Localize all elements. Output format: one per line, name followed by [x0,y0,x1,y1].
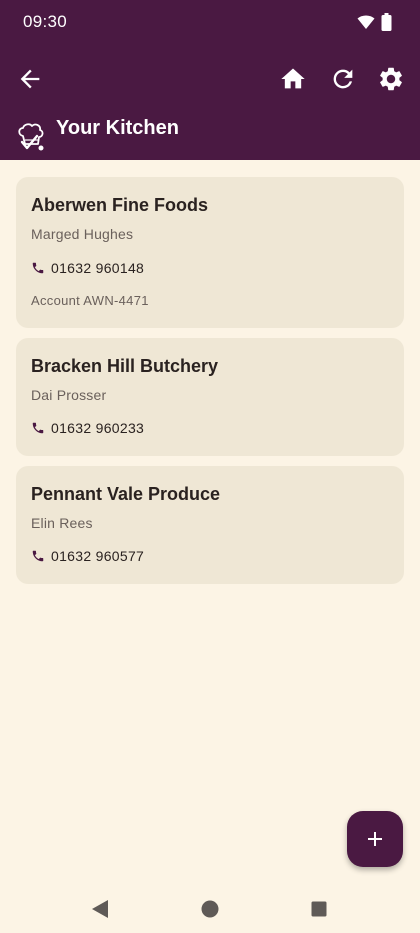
supplier-contact: Dai Prosser [31,387,107,403]
battery-icon [381,13,392,36]
status-time: 09:30 [23,12,68,31]
status-bar: 09:30 [0,0,420,44]
phone-icon [32,422,44,434]
supplier-name: Pennant Vale Produce [31,484,221,504]
supplier-name: Aberwen Fine Foods [31,195,209,215]
supplier-card[interactable]: Bracken Hill Butchery Dai Prosser 01632 … [16,338,404,456]
back-arrow-icon[interactable] [16,65,44,93]
phone-number: 01632 960577 [51,548,145,564]
refresh-icon[interactable] [329,65,357,93]
supplier-card[interactable]: Aberwen Fine Foods Marged Hughes 01632 9… [16,177,404,328]
nav-home-icon[interactable] [201,900,219,923]
phone-number: 01632 960233 [51,420,145,436]
supplier-card[interactable]: Pennant Vale Produce Elin Rees 01632 960… [16,466,404,584]
wifi-icon [357,14,375,35]
phone-icon [32,262,44,274]
home-icon[interactable] [279,65,307,93]
supplier-phone[interactable]: 01632 960148 [31,260,144,276]
page-title: Your Kitchen [56,117,179,139]
phone-icon [32,550,44,562]
gear-icon[interactable] [377,65,405,93]
nav-back-icon[interactable] [91,899,109,924]
supplier-phone[interactable]: 01632 960577 [31,548,144,564]
nav-recents-icon[interactable] [311,901,327,922]
supplier-phone[interactable]: 01632 960233 [31,420,144,436]
supplier-contact: Elin Rees [31,515,93,531]
chef-hat-logo-icon [17,122,45,152]
supplier-account: Account AWN-4471 [31,293,149,308]
plus-icon [368,832,382,846]
phone-number: 01632 960148 [51,260,145,276]
supplier-contact: Marged Hughes [31,226,134,242]
supplier-name: Bracken Hill Butchery [31,356,219,376]
add-supplier-button[interactable] [347,811,403,867]
system-nav-bar [0,885,420,933]
top-app-bar: 09:30 Your Kitchen [0,0,420,160]
